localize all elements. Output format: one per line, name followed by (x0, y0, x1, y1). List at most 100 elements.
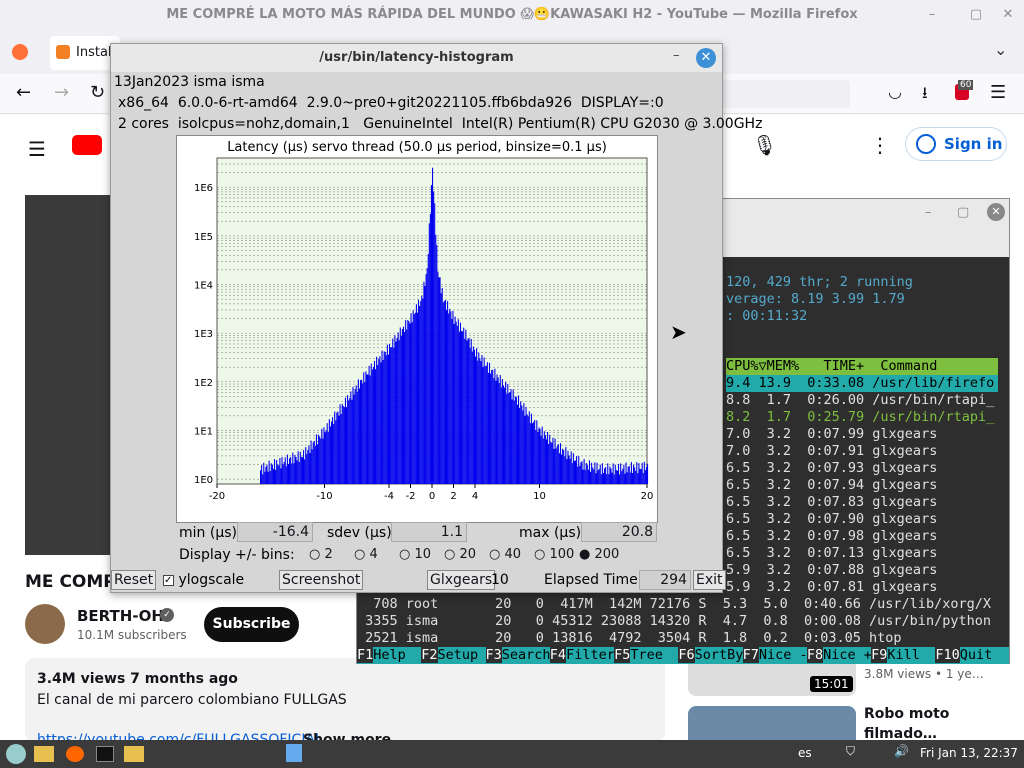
volume-icon[interactable]: 🔊 (894, 744, 909, 758)
screenshot-button[interactable]: Screenshot (279, 570, 364, 590)
back-icon[interactable]: ← (16, 82, 31, 103)
histogram-bar (361, 379, 363, 484)
forward-icon[interactable]: → (54, 82, 69, 103)
histogram-bar (588, 460, 591, 484)
histogram-bar (495, 380, 497, 484)
histogram-bar (472, 346, 474, 484)
function-key[interactable]: F5Tree (614, 647, 678, 664)
histogram-bar (450, 311, 452, 484)
process-row[interactable]: 2521 isma 20 0 13816 4792 3504 R 1.8 0.2… (357, 630, 1009, 647)
function-key[interactable]: F6SortBy (678, 647, 743, 664)
process-row[interactable]: 8.2 1.7 0:25.79 /usr/bin/rtapi_ (726, 409, 998, 426)
download-icon[interactable]: ⭳ (922, 82, 928, 109)
minimize-icon[interactable]: – (925, 205, 932, 220)
bins-radio-100[interactable]: ○ 100 (534, 547, 579, 562)
youtube-logo-icon[interactable] (72, 135, 102, 155)
process-row[interactable]: 6.5 3.2 0:07.98 glxgears (726, 528, 998, 545)
maximize-icon[interactable]: ▢ (968, 7, 984, 23)
process-row[interactable]: 708 root 20 0 417M 142M 72176 S 5.3 5.0 … (357, 596, 1009, 613)
terminal-icon[interactable] (96, 746, 114, 762)
minimize-icon[interactable]: – (924, 7, 940, 23)
more-vert-icon[interactable]: ⋮ (870, 133, 890, 157)
process-row[interactable]: 5.9 3.2 0:07.88 glxgears (726, 562, 998, 579)
y-tick-label: 1E6 (194, 183, 213, 194)
function-key[interactable]: F2Setup (421, 647, 485, 664)
max-value: 20.8 (581, 522, 657, 542)
histogram-bar (429, 213, 431, 485)
exit-button[interactable]: Exit (693, 570, 726, 590)
reset-button[interactable]: Reset (111, 570, 157, 590)
histogram-bar (396, 338, 398, 484)
files-icon[interactable] (34, 746, 54, 762)
process-row[interactable]: 7.0 3.2 0:07.91 glxgears (726, 443, 998, 460)
process-row[interactable]: 6.5 3.2 0:07.90 glxgears (726, 511, 998, 528)
histogram-bar (612, 463, 614, 484)
maximize-icon[interactable]: ▢ (957, 205, 969, 220)
histogram-bar (303, 450, 305, 484)
process-row[interactable]: 6.5 3.2 0:07.94 glxgears (726, 477, 998, 494)
histogram-bar (541, 426, 543, 484)
bins-radio-200[interactable]: ● 200 (579, 547, 624, 562)
process-row[interactable]: 3355 isma 20 0 45312 23088 14320 R 4.7 0… (357, 613, 1009, 630)
histogram-bar (287, 463, 290, 484)
x-tick-label: 0 (429, 491, 435, 502)
bins-radio-2[interactable]: ○ 2 (309, 547, 354, 562)
channel-name[interactable]: BERTH-OH (77, 607, 164, 625)
firefox-icon[interactable] (66, 746, 84, 762)
menu-icon[interactable]: ☰ (990, 82, 1006, 103)
process-row[interactable]: 6.5 3.2 0:07.13 glxgears (726, 545, 998, 562)
process-row[interactable]: 7.0 3.2 0:07.99 glxgears (726, 426, 998, 443)
active-window-icon[interactable] (286, 744, 302, 762)
process-row[interactable]: 5.9 3.2 0:07.81 glxgears (726, 579, 998, 596)
minimize-icon[interactable]: – (673, 48, 680, 63)
histogram-bar (293, 463, 295, 484)
column-header[interactable]: CPU%▽MEM% TIME+ Command (726, 358, 998, 375)
pocket-icon[interactable]: ◡ (888, 82, 902, 101)
histogram-bar (638, 463, 640, 484)
microphone-icon[interactable]: 🎙 (752, 133, 777, 157)
histogram-bar (377, 364, 379, 484)
close-icon[interactable]: ✕ (987, 203, 1005, 221)
function-key[interactable]: F1Help (357, 647, 421, 664)
related-thumbnail-2[interactable] (688, 706, 856, 740)
histogram-bar (525, 407, 527, 484)
histogram-bar (289, 458, 291, 484)
clock[interactable]: Fri Jan 13, 22:37 (920, 746, 1018, 760)
firefox-icon[interactable] (12, 44, 28, 60)
subscriber-count: 10.1M subscribers (77, 628, 187, 642)
bins-radio-4[interactable]: ○ 4 (354, 547, 399, 562)
close-icon[interactable]: ✕ (1000, 7, 1016, 23)
function-key[interactable]: F10Quit (935, 647, 1007, 664)
folder-icon[interactable] (124, 746, 144, 762)
histogram-bar (351, 399, 353, 484)
bins-radio-10[interactable]: ○ 10 (399, 547, 444, 562)
video-player[interactable] (25, 195, 111, 555)
function-key[interactable]: F4Filter (549, 647, 615, 664)
chevron-down-icon[interactable]: ⌄ (994, 40, 1007, 59)
shield-icon[interactable]: ⛉ (846, 744, 855, 759)
histogram-bar (639, 468, 641, 484)
histogram-bar (443, 300, 445, 484)
ylogscale-checkbox[interactable]: ✓ ylogscale (163, 572, 244, 588)
function-key[interactable]: F3Search (485, 647, 551, 664)
sign-in-label: Sign in (944, 135, 1003, 153)
function-key[interactable]: F8Nice + (806, 647, 872, 664)
glxgears-button[interactable]: Glxgears (427, 570, 496, 590)
function-key[interactable]: F7Nice - (742, 647, 808, 664)
menu-hamburger-icon[interactable]: ☰ (28, 137, 46, 161)
process-row[interactable]: 6.5 3.2 0:07.93 glxgears (726, 460, 998, 477)
close-icon[interactable]: ✕ (696, 48, 716, 68)
reload-icon[interactable]: ↻ (90, 82, 105, 103)
process-row[interactable]: 9.4 13.9 0:33.08 /usr/lib/firefo (726, 375, 998, 392)
function-key[interactable]: F9Kill (871, 647, 935, 664)
bins-radio-40[interactable]: ○ 40 (489, 547, 534, 562)
process-row[interactable]: 6.5 3.2 0:07.83 glxgears (726, 494, 998, 511)
sign-in-button[interactable]: Sign in (905, 127, 1007, 161)
related-title-line1[interactable]: Robo moto (864, 706, 949, 722)
bins-radio-20[interactable]: ○ 20 (444, 547, 489, 562)
subscribe-button[interactable]: Subscribe (204, 607, 299, 642)
process-row[interactable]: 8.8 1.7 0:26.00 /usr/bin/rtapi_ (726, 392, 998, 409)
mint-menu-icon[interactable] (6, 744, 26, 764)
keyboard-layout[interactable]: es (798, 746, 812, 760)
avatar[interactable] (25, 604, 65, 644)
